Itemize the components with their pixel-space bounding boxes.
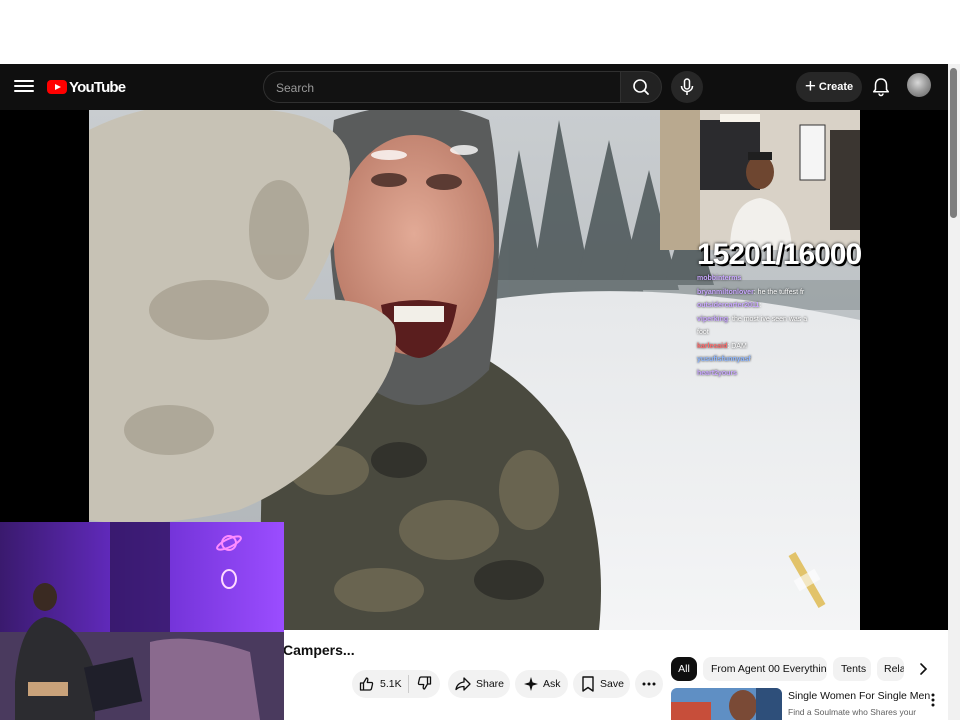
chat-text: : he the tuffest fr — [753, 288, 805, 296]
microphone-icon — [680, 78, 694, 95]
thumbs-up-icon — [359, 677, 374, 691]
recommendation-title[interactable]: Single Women For Single Men — [788, 690, 930, 702]
chat-username: mobbinterms — [697, 275, 742, 282]
chat-message: karlesaid: DAM — [697, 340, 857, 354]
chat-text: : DAM — [727, 342, 747, 350]
chat-message: heart2yours — [697, 367, 857, 381]
recommendation-subtitle: Find a Soulmate who Shares your — [788, 707, 917, 717]
chat-username: viperking — [697, 315, 729, 323]
chat-username: karlesaid — [697, 342, 728, 350]
more-horizontal-icon — [642, 682, 656, 686]
chat-username: heart2yours — [697, 369, 738, 377]
search-input[interactable] — [274, 72, 608, 104]
like-dislike-group: 5.1K — [352, 670, 440, 698]
recommendation-menu-button[interactable] — [928, 692, 938, 708]
account-avatar[interactable] — [907, 73, 931, 97]
chat-username: yusufisfunnyasf — [697, 356, 751, 363]
ask-button[interactable]: Ask — [515, 670, 568, 698]
chat-username: outsidercarter2011 — [697, 302, 760, 309]
dislike-button[interactable] — [415, 674, 433, 695]
search-button[interactable] — [620, 71, 662, 103]
chat-text: : the most ive seen was a — [728, 315, 808, 323]
more-vertical-icon — [931, 693, 935, 707]
logo-text: YouTube — [69, 78, 126, 96]
chat-message: bryanmiltonlover: he the tuffest fr — [697, 286, 857, 300]
chat-message: foot — [697, 326, 857, 340]
chip-tents[interactable]: Tents — [833, 657, 871, 681]
bookmark-icon — [582, 676, 594, 692]
bell-icon — [872, 78, 890, 97]
chat-message: yusufisfunnyasf — [697, 353, 857, 367]
reactor-webcam-image — [0, 522, 284, 720]
top-navigation-bar: YouTube + Create — [0, 64, 948, 110]
chat-message: outsidercarter2011: — [697, 299, 857, 313]
chat-text: : — [759, 302, 762, 309]
voice-search-button[interactable] — [671, 71, 703, 103]
chat-text: foot — [697, 329, 709, 336]
chip-from-agent-00[interactable]: From Agent 00 Everything — [703, 657, 827, 681]
notifications-button[interactable] — [868, 73, 894, 101]
chips-next-button[interactable] — [912, 658, 934, 680]
youtube-logo[interactable]: YouTube — [47, 76, 126, 98]
thumbs-down-icon — [417, 675, 431, 690]
youtube-play-icon — [47, 80, 67, 94]
share-arrow-icon — [455, 677, 471, 691]
chat-username: bryanmiltonlover — [697, 288, 754, 296]
recommendation-thumbnail[interactable] — [671, 688, 782, 720]
create-label: Create — [818, 81, 854, 93]
reactor-webcam-overlay — [0, 522, 284, 720]
chat-message: mobbinterms — [697, 272, 857, 286]
hamburger-menu-button[interactable] — [14, 77, 34, 97]
save-button[interactable]: Save — [573, 670, 630, 698]
streamer-webcam-image — [660, 110, 860, 250]
chevron-right-icon — [920, 663, 928, 675]
recommendation-thumbnail-image — [671, 688, 782, 720]
plus-icon: + — [804, 75, 816, 97]
chip-related[interactable]: Rela — [877, 657, 904, 681]
share-button[interactable]: Share — [448, 670, 510, 698]
ask-label: Ask — [543, 678, 561, 690]
search-box — [263, 71, 620, 104]
streamer-webcam-overlay — [660, 110, 860, 250]
sparkle-icon — [524, 677, 538, 691]
like-count: 5.1K — [380, 678, 402, 690]
more-actions-button[interactable] — [635, 670, 663, 698]
video-title: Campers... — [283, 642, 355, 658]
scrollbar-thumb[interactable] — [950, 68, 957, 218]
stream-chat-overlay: mobbinterms bryanmiltonlover: he the tuf… — [697, 272, 857, 380]
chip-all[interactable]: All — [671, 657, 697, 681]
stream-counter: 15201/16000 — [697, 238, 862, 271]
like-button[interactable]: 5.1K — [358, 675, 402, 693]
chat-message: viperking: the most ive seen was a — [697, 313, 857, 327]
share-label: Share — [476, 678, 505, 690]
search-icon — [633, 79, 649, 95]
page-scrollbar[interactable] — [948, 64, 960, 720]
create-button[interactable]: + Create — [796, 72, 862, 102]
save-label: Save — [600, 678, 624, 690]
